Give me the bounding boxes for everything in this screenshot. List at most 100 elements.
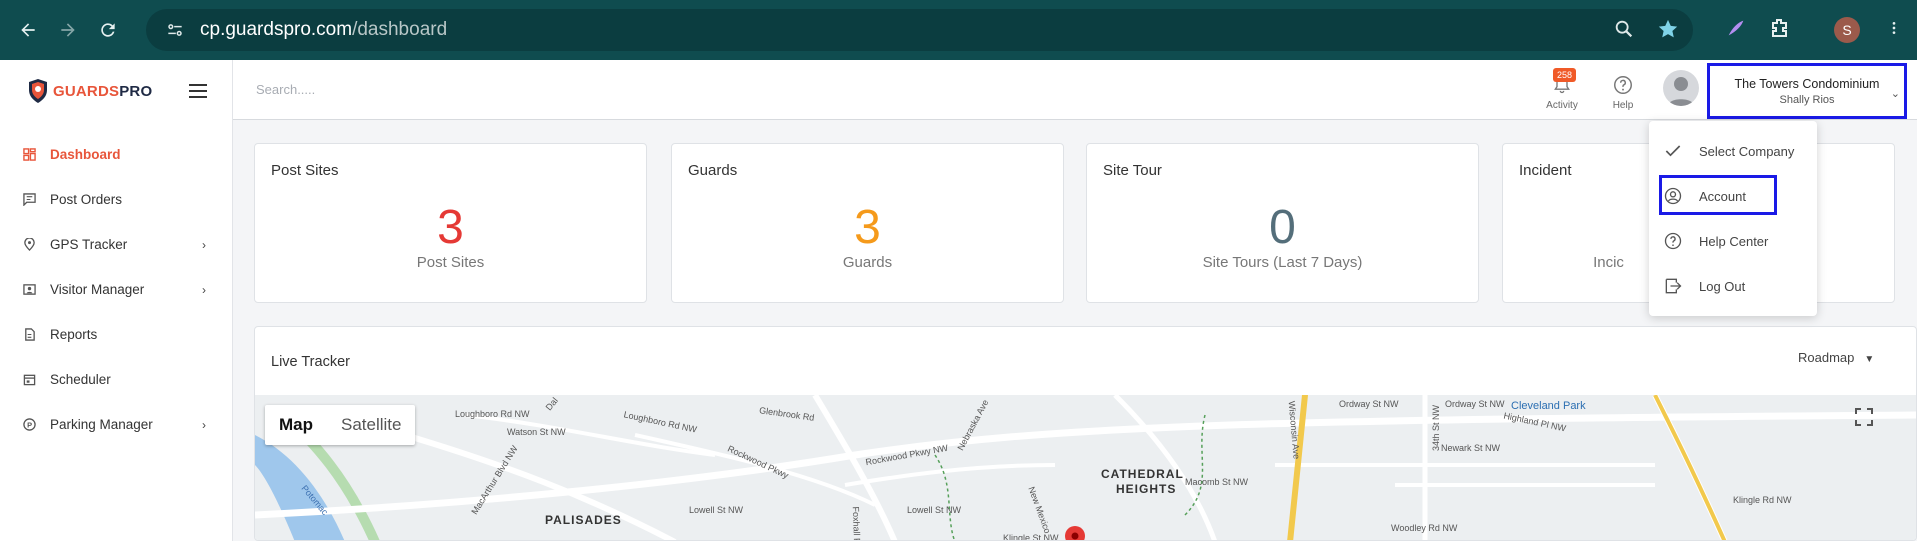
reload-icon[interactable] <box>93 15 123 45</box>
card-title: Incident <box>1519 162 1572 179</box>
user-name: Shally Rios <box>1779 93 1835 106</box>
map-label: CATHEDRAL <box>1101 467 1184 481</box>
card-title: Post Sites <box>271 162 339 179</box>
sidebar-item-label: Visitor Manager <box>50 282 145 297</box>
sidebar: GUARDSPRO Dashboard Post Orders GPS Trac… <box>0 60 233 541</box>
card-value: 3 <box>437 201 464 254</box>
calendar-icon <box>22 373 36 387</box>
map-label: Foxhall Rd <box>850 506 863 541</box>
sidebar-item-label: Parking Manager <box>50 417 153 432</box>
profile-avatar[interactable]: S <box>1834 17 1860 43</box>
account-highlight-box <box>1659 175 1777 215</box>
menu-item-log-out[interactable]: Log Out <box>1649 266 1817 306</box>
help-label: Help <box>1612 100 1634 111</box>
map-label: Newark St NW <box>1441 443 1501 453</box>
avatar[interactable] <box>1663 70 1699 106</box>
card-value: 3 <box>854 201 881 254</box>
help-circle-icon <box>1603 74 1643 96</box>
map-label: Macomb St NW <box>1185 477 1249 487</box>
company-selector[interactable]: The Towers Condominium Shally Rios ⌄ <box>1707 63 1907 119</box>
sidebar-item-label: Dashboard <box>50 147 121 162</box>
back-icon[interactable] <box>13 15 43 45</box>
browser-toolbar: cp.guardspro.com/dashboard S <box>0 0 1917 60</box>
map-label: Ordway St NW <box>1445 399 1505 409</box>
map-label: Lowell St NW <box>907 505 962 515</box>
map-tab[interactable]: Map <box>265 405 327 445</box>
sidebar-item-label: GPS Tracker <box>50 237 128 252</box>
card-guards[interactable]: Guards 3 Guards <box>671 143 1064 303</box>
card-site-tour[interactable]: Site Tour 0 Site Tours (Last 7 Days) <box>1086 143 1479 303</box>
forward-icon[interactable] <box>53 15 83 45</box>
menu-toggle-icon[interactable] <box>189 84 207 98</box>
fullscreen-icon[interactable] <box>1852 405 1882 435</box>
sidebar-item-post-orders[interactable]: Post Orders <box>0 177 232 222</box>
map-label: PALISADES <box>545 513 622 527</box>
browser-menu-icon[interactable] <box>1886 15 1902 46</box>
sidebar-item-label: Reports <box>50 327 98 342</box>
card-title: Guards <box>688 162 738 179</box>
location-pin-icon <box>22 238 36 252</box>
live-tracker-panel: Live Tracker Roadmap ▼ Map Satellite PAL… <box>254 326 1917 541</box>
card-subtitle: Post Sites <box>416 254 485 271</box>
sidebar-item-visitor-manager[interactable]: Visitor Manager › <box>0 267 232 312</box>
sidebar-item-label: Scheduler <box>50 372 111 387</box>
help-button[interactable]: Help <box>1603 74 1643 111</box>
sidebar-item-scheduler[interactable]: Scheduler <box>0 357 232 402</box>
bookmark-star-icon[interactable] <box>1657 18 1679 45</box>
menu-item-select-company[interactable]: Select Company <box>1649 131 1817 171</box>
id-card-icon <box>22 283 36 297</box>
satellite-tab[interactable]: Satellite <box>327 405 415 445</box>
message-icon <box>22 193 36 207</box>
map-type-select[interactable]: Roadmap ▼ <box>1798 350 1874 365</box>
document-icon <box>22 328 36 342</box>
caret-down-icon: ▼ <box>1864 354 1875 365</box>
chevron-right-icon: › <box>202 417 206 432</box>
activity-button[interactable]: 258 Activity <box>1542 68 1582 111</box>
company-name: The Towers Condominium <box>1734 76 1880 91</box>
card-value: 0 <box>1269 201 1296 254</box>
sidebar-item-reports[interactable]: Reports <box>0 312 232 357</box>
feather-extension-icon[interactable] <box>1725 15 1747 46</box>
map-label: Woodley Rd NW <box>1391 523 1458 533</box>
map-label: Watson St NW <box>507 427 566 437</box>
menu-item-label: Select Company <box>1699 143 1795 159</box>
help-circle-icon <box>1663 231 1683 251</box>
map-label: 34th St NW <box>1431 404 1442 452</box>
site-settings-icon[interactable] <box>164 19 186 41</box>
check-icon <box>1663 141 1683 161</box>
map-type-toggle: Map Satellite <box>265 405 416 445</box>
map-label: Lowell St NW <box>689 505 744 515</box>
activity-badge: 258 <box>1553 68 1577 82</box>
map[interactable]: Map Satellite PALISADES CATHEDRAL HEIGHT… <box>255 395 1916 541</box>
menu-item-label: Help Center <box>1699 233 1769 249</box>
sidebar-item-gps-tracker[interactable]: GPS Tracker › <box>0 222 232 267</box>
account-dropdown-menu: Select Company Account Help Center Log O… <box>1649 121 1817 316</box>
shield-logo-icon <box>29 79 47 103</box>
chevron-down-icon: ⌄ <box>1890 88 1900 100</box>
sidebar-item-dashboard[interactable]: Dashboard <box>0 132 232 177</box>
live-tracker-title: Live Tracker <box>271 354 350 370</box>
url-text: cp.guardspro.com/dashboard <box>200 19 448 40</box>
map-label: Cleveland Park <box>1511 400 1586 412</box>
activity-label: Activity <box>1546 100 1578 111</box>
search-input[interactable]: Search..... <box>256 82 315 97</box>
map-label: Klingle St NW <box>1003 533 1059 541</box>
zoom-icon[interactable] <box>1613 18 1635 45</box>
card-post-sites[interactable]: Post Sites 3 Post Sites <box>254 143 647 303</box>
top-header: Search..... 258 Activity Help The Towers… <box>233 60 1917 120</box>
map-label: Klingle Rd NW <box>1733 495 1792 505</box>
card-subtitle: Guards <box>842 254 893 271</box>
svg-text:P: P <box>27 420 32 429</box>
map-label: Loughboro Rd NW <box>455 409 530 419</box>
logout-icon <box>1663 276 1683 296</box>
chevron-right-icon: › <box>202 237 206 252</box>
grid-icon <box>22 148 36 162</box>
address-bar[interactable]: cp.guardspro.com/dashboard <box>146 9 1693 51</box>
card-title: Site Tour <box>1103 162 1162 179</box>
extensions-puzzle-icon[interactable] <box>1768 15 1792 46</box>
menu-item-help-center[interactable]: Help Center <box>1649 221 1817 261</box>
sidebar-item-parking-manager[interactable]: P Parking Manager › <box>0 402 232 447</box>
parking-icon: P <box>22 418 36 432</box>
brand-logo[interactable]: GUARDSPRO <box>27 78 152 104</box>
sidebar-item-label: Post Orders <box>50 192 123 207</box>
